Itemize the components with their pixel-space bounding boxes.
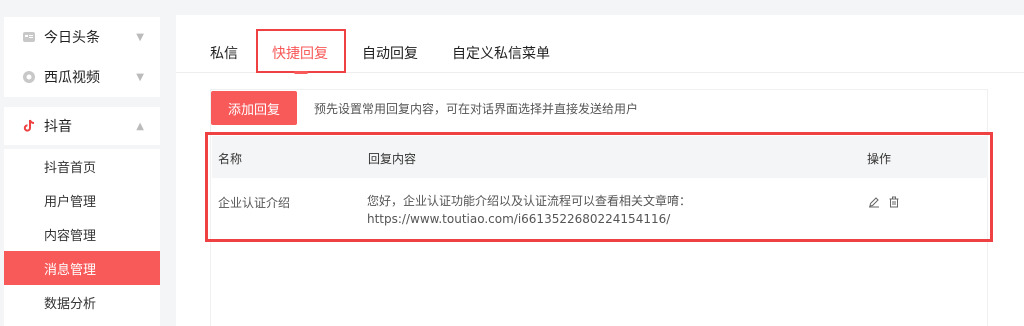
sidebar-item-messages[interactable]: 消息管理 — [4, 251, 160, 285]
main-panel: 私信 快捷回复 自动回复 自定义私信菜单 添加回复 预先设置常用回复内容，可在对… — [176, 15, 1024, 326]
sidebar-group-toutiao[interactable]: 今日头条 ▼ — [4, 17, 160, 57]
active-tab-indicator — [294, 71, 308, 74]
chevron-up-icon: ▲ — [136, 120, 144, 132]
chevron-down-icon: ▼ — [136, 31, 144, 43]
douyin-icon — [22, 119, 36, 133]
tab-custom-menu[interactable]: 自定义私信菜单 — [452, 43, 550, 63]
tab-bar: 私信 快捷回复 自动回复 自定义私信菜单 — [176, 15, 1024, 74]
sidebar-group-douyin-panel: 抖音 ▲ 抖音首页 用户管理 内容管理 消息管理 数据分析 — [4, 107, 160, 326]
hint-text: 预先设置常用回复内容，可在对话界面选择并直接发送给用户 — [314, 102, 639, 116]
tab-auto-reply[interactable]: 自动回复 — [362, 43, 418, 63]
sidebar-group-xigua[interactable]: 西瓜视频 ▼ — [4, 57, 160, 97]
sidebar-item-content[interactable]: 内容管理 — [4, 217, 160, 251]
add-reply-button[interactable]: 添加回复 — [211, 91, 297, 125]
chevron-down-icon: ▼ — [136, 71, 144, 83]
sidebar-item-douyin-home[interactable]: 抖音首页 — [4, 149, 160, 183]
sidebar-item-analytics[interactable]: 数据分析 — [4, 285, 160, 319]
xigua-icon — [22, 70, 36, 84]
sidebar-group-label: 西瓜视频 — [44, 70, 100, 86]
tab-private-message[interactable]: 私信 — [210, 43, 238, 63]
highlight-box — [256, 29, 346, 73]
highlight-box — [205, 132, 993, 242]
sidebar-group-label: 今日头条 — [44, 30, 100, 46]
sidebar-group-label: 抖音 — [44, 119, 72, 135]
sidebar-group-douyin[interactable]: 抖音 ▲ — [4, 107, 160, 149]
sidebar-item-users[interactable]: 用户管理 — [4, 183, 160, 217]
toutiao-icon — [22, 30, 36, 44]
